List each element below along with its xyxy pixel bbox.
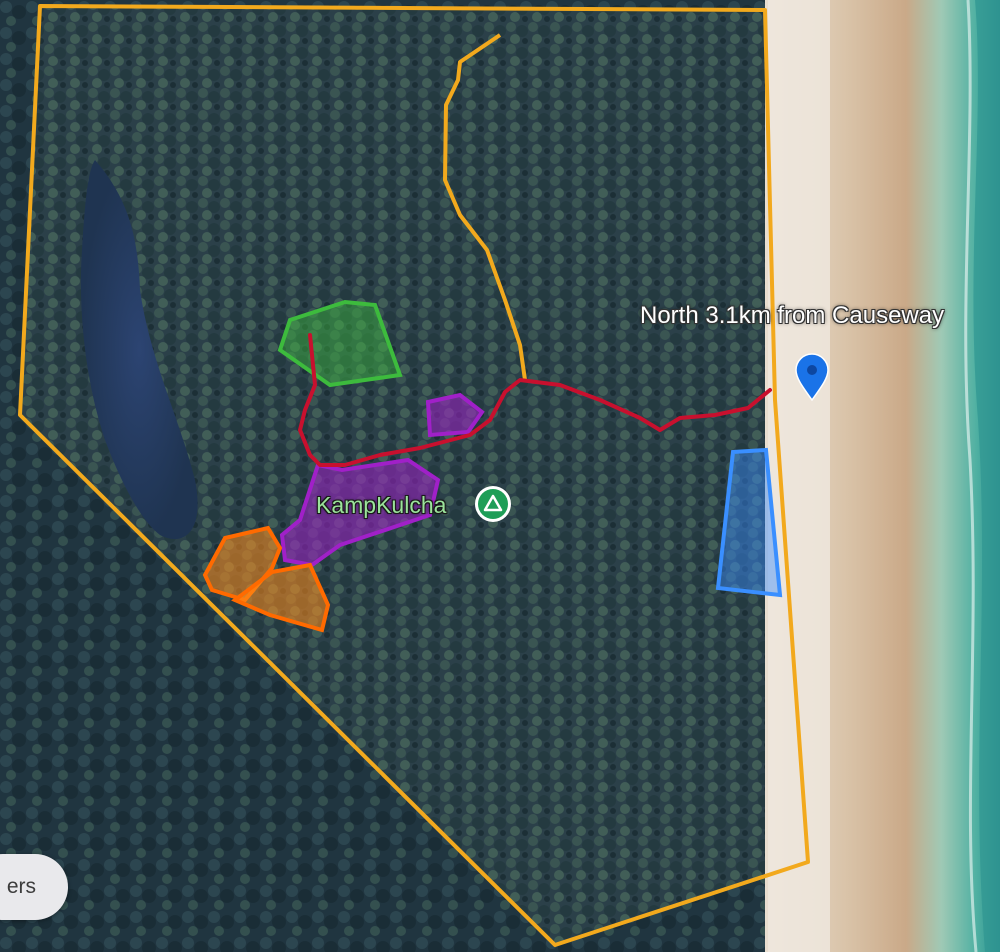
satellite-map[interactable] bbox=[0, 0, 1000, 952]
layers-button-label: ers bbox=[6, 875, 36, 898]
campground-icon[interactable] bbox=[475, 486, 511, 522]
dune-sand bbox=[768, 0, 830, 952]
layers-button[interactable]: ers bbox=[0, 854, 68, 920]
